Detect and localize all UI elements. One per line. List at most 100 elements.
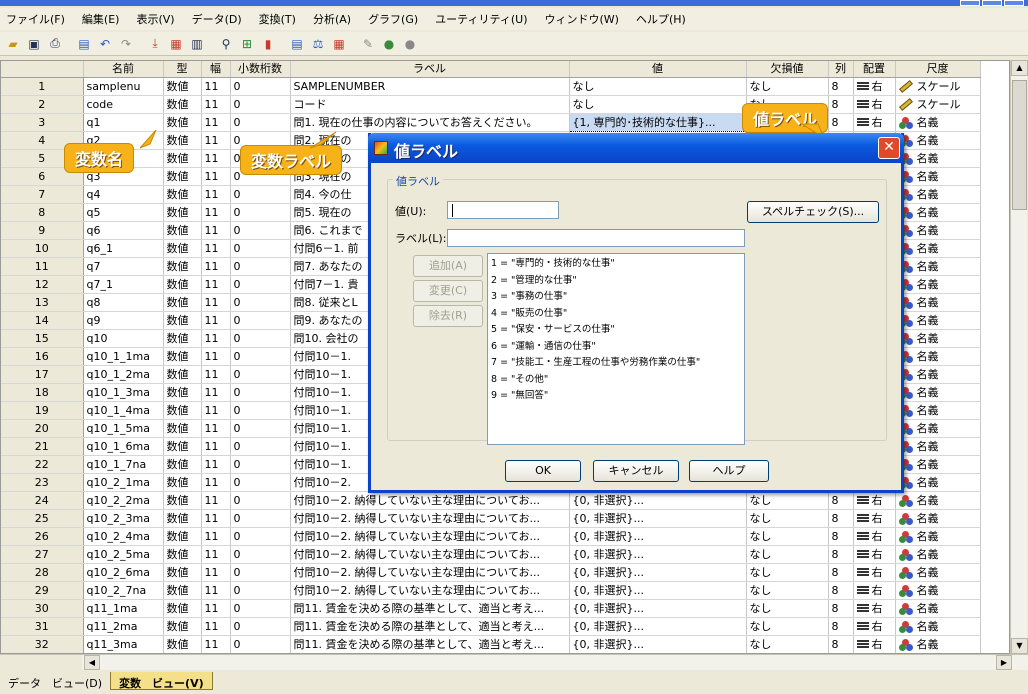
print-icon[interactable]: ⎙	[46, 35, 64, 53]
var-missing-cell[interactable]: なし	[746, 509, 829, 528]
tab-data-view[interactable]: データ ビュー(D)	[0, 672, 110, 690]
row-number[interactable]: 12	[1, 275, 84, 294]
var-name-cell[interactable]: q4	[83, 185, 164, 204]
row-number[interactable]: 30	[1, 599, 84, 618]
var-missing-cell[interactable]: なし	[746, 563, 829, 582]
undo-icon[interactable]: ↶	[96, 35, 114, 53]
table-row[interactable]: 25 q10_2_3ma 数値 11 0 付問10－2. 納得していない主な理由についてお…	[1, 509, 981, 528]
var-decimals-cell[interactable]: 0	[230, 455, 291, 474]
var-name-cell[interactable]: q10_1_5ma	[83, 419, 164, 438]
col-header-measure[interactable]: 尺度	[895, 61, 981, 78]
var-values-cell[interactable]: {0, 非選択}...	[569, 581, 747, 600]
var-width-cell[interactable]: 11	[201, 113, 231, 132]
row-number[interactable]: 27	[1, 545, 84, 564]
var-missing-cell[interactable]: なし	[746, 581, 829, 600]
var-label-cell[interactable]: 付問10－2. 納得していない主な理由についてお...	[290, 491, 570, 510]
var-align-cell[interactable]: 右	[853, 563, 896, 582]
col-header-values[interactable]: 値	[569, 61, 747, 78]
var-name-cell[interactable]: q10_2_5ma	[83, 545, 164, 564]
dialog-recall-icon[interactable]: ▤	[75, 35, 93, 53]
scroll-left-icon[interactable]: ◀	[84, 655, 100, 670]
var-decimals-cell[interactable]: 0	[230, 599, 291, 618]
var-columns-cell[interactable]: 8	[828, 563, 854, 582]
col-header-type[interactable]: 型	[163, 61, 202, 78]
table-row[interactable]: 28 q10_2_6ma 数値 11 0 付問10－2. 納得していない主な理由についてお…	[1, 563, 981, 582]
var-width-cell[interactable]: 11	[201, 419, 231, 438]
var-columns-cell[interactable]: 8	[828, 509, 854, 528]
var-name-cell[interactable]: q10_1_2ma	[83, 365, 164, 384]
var-measure-cell[interactable]: 名義	[895, 509, 981, 528]
var-type-cell[interactable]: 数値	[163, 563, 202, 582]
var-columns-cell[interactable]: 8	[828, 491, 854, 510]
var-label-cell[interactable]: 問11. 賃金を決める際の基準として、適当と考え...	[290, 617, 570, 636]
var-decimals-cell[interactable]: 0	[230, 203, 291, 222]
find-icon[interactable]: ⚲	[217, 35, 235, 53]
table-row[interactable]: 24 q10_2_2ma 数値 11 0 付問10－2. 納得していない主な理由についてお…	[1, 491, 981, 510]
var-align-cell[interactable]: 右	[853, 491, 896, 510]
menu-view[interactable]: 表示(V)	[136, 11, 174, 27]
var-name-cell[interactable]: samplenu	[83, 77, 164, 96]
var-width-cell[interactable]: 11	[201, 131, 231, 150]
var-align-cell[interactable]: 右	[853, 617, 896, 636]
var-width-cell[interactable]: 11	[201, 311, 231, 330]
horizontal-scrollbar[interactable]: ◀ ▶	[0, 654, 1028, 670]
var-measure-cell[interactable]: 名義	[895, 419, 981, 438]
var-decimals-cell[interactable]: 0	[230, 527, 291, 546]
table-row[interactable]: 32 q11_3ma 数値 11 0 問11. 賃金を決める際の基準として、適当と考え..…	[1, 635, 981, 653]
var-width-cell[interactable]: 11	[201, 563, 231, 582]
var-columns-cell[interactable]: 8	[828, 545, 854, 564]
var-measure-cell[interactable]: 名義	[895, 491, 981, 510]
var-name-cell[interactable]: q8	[83, 293, 164, 312]
row-number[interactable]: 9	[1, 221, 84, 240]
var-values-cell[interactable]: {0, 非選択}...	[569, 599, 747, 618]
value-input[interactable]	[447, 201, 559, 219]
var-measure-cell[interactable]: 名義	[895, 257, 981, 276]
redo-icon[interactable]: ↷	[117, 35, 135, 53]
value-labels-icon[interactable]: ✎	[359, 35, 377, 53]
menu-window[interactable]: ウィンドウ(W)	[545, 11, 619, 27]
var-name-cell[interactable]: code	[83, 95, 164, 114]
list-item[interactable]: 9 = "無回答"	[491, 388, 741, 405]
var-decimals-cell[interactable]: 0	[230, 95, 291, 114]
var-measure-cell[interactable]: 名義	[895, 311, 981, 330]
var-measure-cell[interactable]: 名義	[895, 383, 981, 402]
var-measure-cell[interactable]: 名義	[895, 113, 981, 132]
var-type-cell[interactable]: 数値	[163, 293, 202, 312]
dialog-titlebar[interactable]: 値ラベル ✕	[368, 133, 904, 163]
col-header-missing[interactable]: 欠損値	[746, 61, 829, 78]
select-cases-icon[interactable]: ▦	[330, 35, 348, 53]
value-labels-list[interactable]: 1 = "専門的・技術的な仕事" 2 = "管理的な仕事" 3 = "事務の仕事…	[487, 253, 745, 445]
col-header-align[interactable]: 配置	[853, 61, 896, 78]
remove-button[interactable]: 除去(R)	[413, 305, 483, 327]
var-values-cell[interactable]: {0, 非選択}...	[569, 617, 747, 636]
row-number[interactable]: 31	[1, 617, 84, 636]
var-width-cell[interactable]: 11	[201, 347, 231, 366]
var-decimals-cell[interactable]: 0	[230, 401, 291, 420]
menu-edit[interactable]: 編集(E)	[82, 11, 120, 27]
var-type-cell[interactable]: 数値	[163, 347, 202, 366]
var-label-cell[interactable]: 付問10－2. 納得していない主な理由についてお...	[290, 563, 570, 582]
row-number[interactable]: 3	[1, 113, 84, 132]
var-decimals-cell[interactable]: 0	[230, 329, 291, 348]
var-type-cell[interactable]: 数値	[163, 545, 202, 564]
var-columns-cell[interactable]: 8	[828, 617, 854, 636]
label-input[interactable]	[447, 229, 745, 247]
row-number[interactable]: 18	[1, 383, 84, 402]
var-measure-cell[interactable]: 名義	[895, 239, 981, 258]
var-missing-cell[interactable]: なし	[746, 527, 829, 546]
open-folder-icon[interactable]: ▰	[4, 35, 22, 53]
var-name-cell[interactable]: q11_1ma	[83, 599, 164, 618]
var-measure-cell[interactable]: 名義	[895, 347, 981, 366]
row-number[interactable]: 14	[1, 311, 84, 330]
split-file-icon[interactable]: ▤	[288, 35, 306, 53]
var-decimals-cell[interactable]: 0	[230, 437, 291, 456]
var-decimals-cell[interactable]: 0	[230, 581, 291, 600]
table-row[interactable]: 2code数値110コードなしなし8右スケール	[1, 95, 981, 114]
var-measure-cell[interactable]: スケール	[895, 77, 981, 96]
var-values-cell[interactable]: {0, 非選択}...	[569, 563, 747, 582]
var-type-cell[interactable]: 数値	[163, 239, 202, 258]
var-columns-cell[interactable]: 8	[828, 95, 854, 114]
row-number[interactable]: 23	[1, 473, 84, 492]
menu-transform[interactable]: 変換(T)	[259, 11, 296, 27]
table-row[interactable]: 1 samplenu 数値 11 0 SAMPLENUMBER なし なし 8 右スケール	[1, 77, 981, 96]
